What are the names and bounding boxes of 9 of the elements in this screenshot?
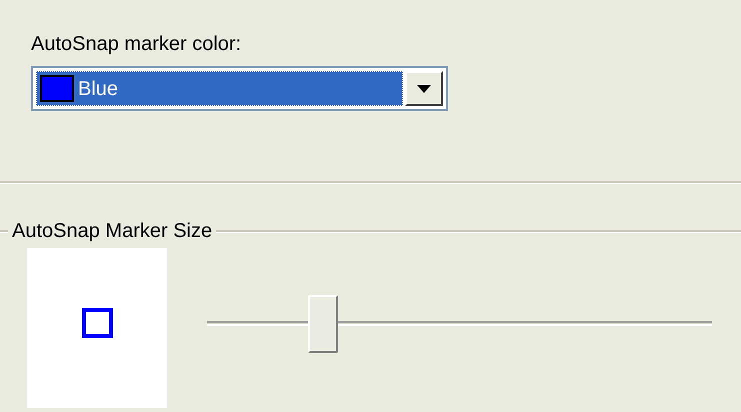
- group-title: AutoSnap Marker Size: [11, 219, 214, 244]
- selected-value: Blue: [78, 76, 118, 102]
- marker-square-icon: [82, 308, 112, 338]
- dropdown-button[interactable]: [405, 71, 443, 106]
- field-label: AutoSnap marker color:: [31, 32, 242, 57]
- color-dropdown[interactable]: Blue: [31, 66, 448, 111]
- size-slider[interactable]: [207, 295, 712, 353]
- caret-icon: [417, 84, 431, 92]
- slider-thumb[interactable]: [308, 295, 338, 353]
